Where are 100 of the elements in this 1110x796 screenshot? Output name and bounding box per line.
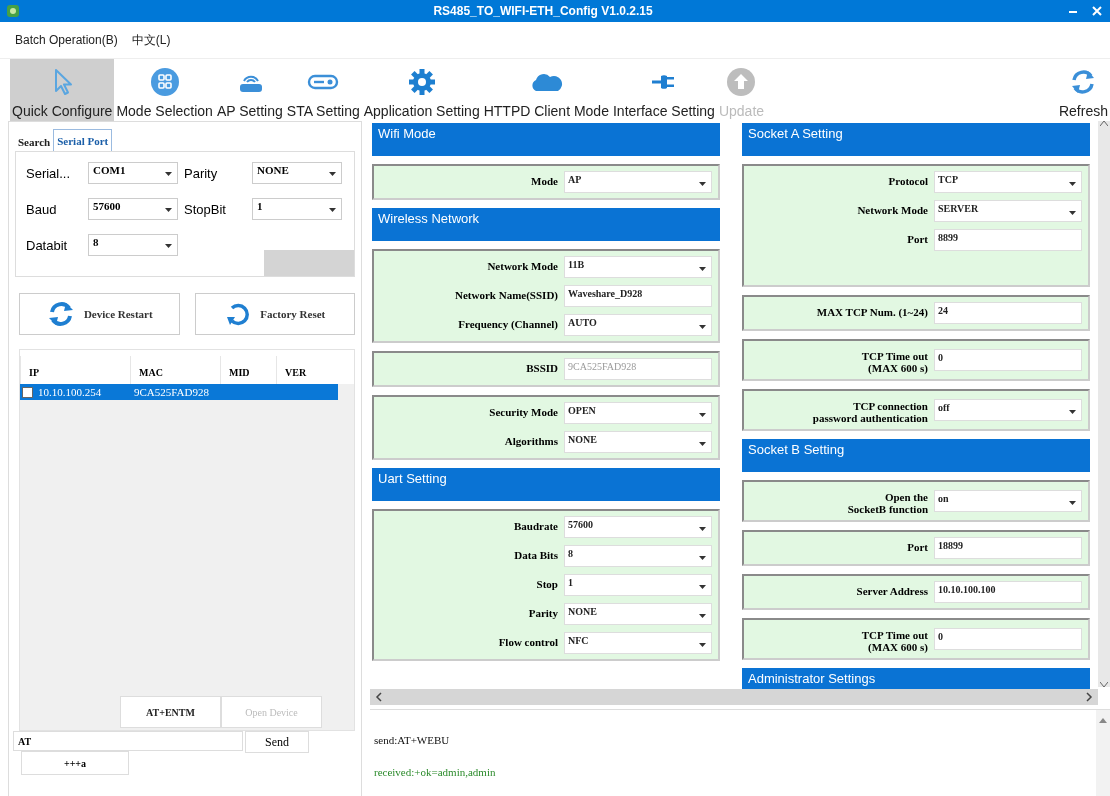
dropdown[interactable]: 57600 bbox=[88, 198, 178, 220]
tab[interactable]: Serial Port bbox=[53, 129, 113, 151]
command-input[interactable]: AT bbox=[13, 731, 243, 751]
section-header: Uart Setting bbox=[372, 468, 720, 501]
refresh-button[interactable]: Refresh bbox=[1056, 59, 1110, 121]
dropdown[interactable]: NFC bbox=[564, 632, 712, 654]
close-icon bbox=[1092, 6, 1102, 16]
dropdown[interactable]: 1 bbox=[564, 574, 712, 596]
tab[interactable]: Search bbox=[15, 132, 54, 151]
field-label: BSSID bbox=[525, 361, 559, 374]
field-label: StopBit bbox=[184, 201, 227, 217]
table-cell-text: 10.10.100.254 bbox=[37, 386, 103, 398]
dropdown-arrow-icon bbox=[699, 182, 706, 186]
table-cell-text: 9CA525FAD928 bbox=[133, 386, 210, 398]
field-label: Mode bbox=[530, 174, 559, 187]
dropdown-arrow-icon bbox=[165, 208, 172, 212]
field-label: Server Address bbox=[855, 584, 929, 597]
device-button[interactable]: Device Restart bbox=[19, 293, 180, 335]
vertical-scrollbar[interactable] bbox=[1098, 121, 1110, 687]
section-header: Socket A Setting bbox=[742, 123, 1090, 156]
dropdown-arrow-icon bbox=[699, 556, 706, 560]
dropdown-arrow-icon bbox=[165, 172, 172, 176]
horizontal-scrollbar[interactable] bbox=[370, 689, 1098, 705]
input-field[interactable]: 8899 bbox=[934, 229, 1082, 251]
dropdown[interactable]: COM1 bbox=[88, 162, 178, 184]
gear-icon bbox=[406, 67, 437, 97]
dropdown[interactable]: 57600 bbox=[564, 516, 712, 538]
dropdown-arrow-icon bbox=[699, 442, 706, 446]
field-label: Network Name(SSID) bbox=[454, 288, 559, 301]
section-header: Wireless Network bbox=[372, 208, 720, 241]
dropdown[interactable]: 8 bbox=[88, 234, 178, 256]
dropdown-arrow-icon bbox=[165, 244, 172, 248]
input-field[interactable]: Waveshare_D928 bbox=[564, 285, 712, 307]
device-button[interactable]: Factory Reset bbox=[194, 293, 355, 335]
log-line: send:AT+WEBU bbox=[374, 734, 451, 746]
field-label: Parity bbox=[184, 165, 219, 181]
scroll-up-icon bbox=[1099, 718, 1107, 723]
toolbar-button[interactable]: Interface Setting bbox=[610, 59, 717, 121]
field-label: Stop bbox=[535, 577, 559, 590]
command-button[interactable]: +++a bbox=[21, 751, 129, 775]
field-label: Security Mode bbox=[488, 405, 559, 418]
menu-item[interactable]: 中文(L) bbox=[128, 29, 174, 51]
field-label: TCP Time out (MAX 600 s) bbox=[860, 628, 929, 653]
window-title: RS485_TO_WIFI-ETH_Config V1.0.2.15 bbox=[432, 4, 654, 18]
scroll-up-icon bbox=[1100, 121, 1108, 126]
dropdown[interactable]: AP bbox=[564, 171, 712, 193]
upload-icon bbox=[726, 67, 757, 97]
command-button[interactable]: AT+ENTM bbox=[120, 696, 221, 728]
field-label: Protocol bbox=[887, 174, 929, 187]
dropdown-arrow-icon bbox=[1069, 182, 1076, 186]
field-label: Network Mode bbox=[856, 203, 929, 216]
dropdown[interactable]: 11B bbox=[564, 256, 712, 278]
dropdown[interactable]: OPEN bbox=[564, 402, 712, 424]
scroll-left-icon bbox=[374, 692, 384, 702]
field-label: MAX TCP Num. (1~24) bbox=[815, 305, 929, 318]
dropdown-arrow-icon bbox=[329, 172, 336, 176]
dropdown-arrow-icon bbox=[699, 527, 706, 531]
field-label: Frequency (Channel) bbox=[457, 317, 559, 330]
field-label: Algorithms bbox=[503, 434, 559, 447]
checkbox[interactable] bbox=[22, 386, 33, 398]
dropdown-arrow-icon bbox=[1069, 211, 1076, 215]
dropdown[interactable]: NONE bbox=[564, 603, 712, 625]
dropdown[interactable]: 1 bbox=[252, 198, 342, 220]
field-label: Port bbox=[906, 540, 929, 553]
toolbar-button[interactable]: Application Setting bbox=[361, 59, 482, 121]
field-label: Serial... bbox=[26, 165, 72, 181]
close-button[interactable] bbox=[1090, 4, 1104, 18]
field-label: Open the SocketB function bbox=[846, 490, 929, 515]
table-row[interactable]: 10.10.100.254 9CA525FAD928 bbox=[20, 384, 338, 400]
dropdown-arrow-icon bbox=[699, 267, 706, 271]
input-field[interactable]: 18899 bbox=[934, 537, 1082, 559]
dropdown-arrow-icon bbox=[1069, 410, 1076, 414]
dropdown[interactable]: NONE bbox=[252, 162, 342, 184]
dropdown[interactable]: TCP bbox=[934, 171, 1082, 193]
dropdown-arrow-icon bbox=[699, 325, 706, 329]
toolbar-button[interactable]: AP Setting bbox=[214, 59, 285, 121]
dropdown[interactable]: SERVER bbox=[934, 200, 1082, 222]
field-label: Flow control bbox=[497, 635, 559, 648]
field-label: TCP connection password authentication bbox=[811, 399, 929, 424]
toolbar-button[interactable]: HTTPD Client Mode bbox=[481, 59, 611, 121]
dropdown[interactable]: 8 bbox=[564, 545, 712, 567]
grid-circle-icon bbox=[149, 67, 180, 97]
input-field[interactable]: 24 bbox=[934, 302, 1082, 324]
input-field[interactable]: 0 bbox=[934, 349, 1082, 371]
dropdown[interactable]: off bbox=[934, 399, 1082, 421]
field-label: TCP Time out (MAX 600 s) bbox=[860, 349, 929, 374]
dropdown[interactable]: on bbox=[934, 490, 1082, 512]
field-label: Baud bbox=[26, 201, 58, 217]
input-field[interactable]: 10.10.100.100 bbox=[934, 581, 1082, 603]
dropdown-arrow-icon bbox=[329, 208, 336, 212]
input-field[interactable]: 0 bbox=[934, 628, 1082, 650]
toolbar-button[interactable]: Mode Selection bbox=[114, 59, 215, 121]
dropdown[interactable]: NONE bbox=[564, 431, 712, 453]
toolbar-button[interactable]: STA Setting bbox=[284, 59, 362, 121]
menu-item[interactable]: Batch Operation(B) bbox=[12, 31, 121, 49]
dropdown[interactable]: AUTO bbox=[564, 314, 712, 336]
toolbar-button[interactable]: Quick Configure bbox=[10, 59, 115, 121]
send-button[interactable]: Send bbox=[245, 731, 309, 753]
section-header: Wifi Mode bbox=[372, 123, 720, 156]
section-header: Socket B Setting bbox=[742, 439, 1090, 472]
